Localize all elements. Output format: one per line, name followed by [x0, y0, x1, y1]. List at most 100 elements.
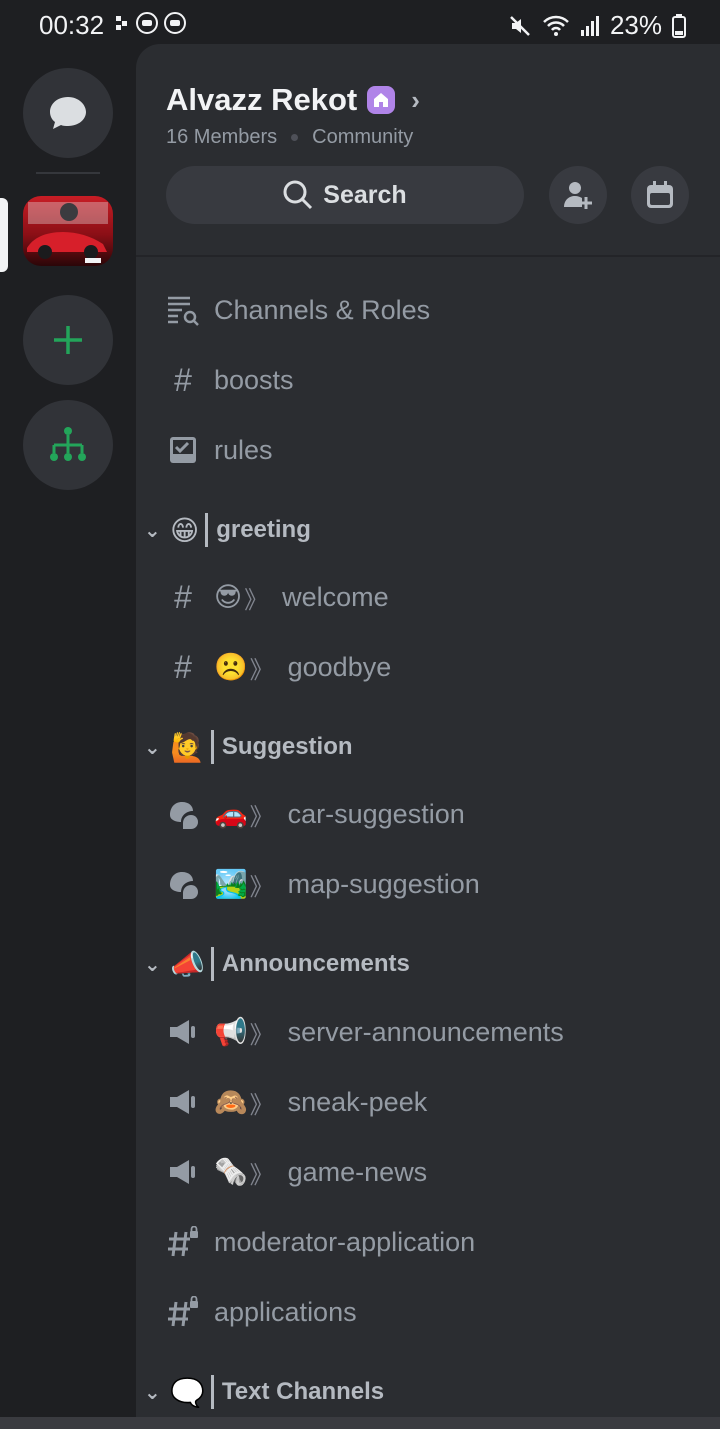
wifi-icon — [543, 15, 569, 36]
announcement-icon — [166, 1085, 200, 1119]
channel-separator: 》 — [249, 873, 274, 901]
category-name: greeting — [216, 516, 311, 543]
category-name: Text Channels — [221, 1378, 385, 1405]
channel-boosts[interactable]: # boosts — [166, 355, 294, 405]
mute-icon — [510, 15, 530, 36]
category-text-channels[interactable]: ⌄ 🗨️ Text Channels — [144, 1370, 384, 1414]
server-header[interactable]: Alvazz Rekot › — [166, 82, 420, 118]
server-icon-alvazz-rekot[interactable] — [23, 196, 113, 266]
hash-icon: # — [174, 578, 192, 615]
channel-emoji: 🚗 — [214, 799, 248, 829]
channel-name: rules — [214, 434, 273, 465]
forum-icon — [166, 797, 200, 831]
channel-applications[interactable]: applications — [166, 1287, 357, 1337]
chevron-right-icon: › — [411, 84, 420, 115]
channel-name: car-suggestion — [287, 798, 465, 829]
status-time: 00:32 — [39, 10, 105, 40]
channel-goodbye[interactable]: # ☹️ 》 goodbye — [166, 642, 391, 692]
channel-separator: 》 — [249, 803, 274, 831]
channel-emoji: 📢 — [214, 1017, 248, 1047]
channels-roles-item[interactable]: Channels & Roles — [166, 285, 430, 335]
navigation-bar — [0, 1417, 720, 1429]
server-type: Community — [312, 126, 414, 148]
chevron-down-icon: ⌄ — [144, 1381, 161, 1404]
notification-icons — [116, 12, 186, 34]
category-divider — [205, 513, 209, 547]
channel-emoji: 😎 — [214, 581, 243, 612]
server-meta: 16 Members Community — [166, 126, 413, 149]
channel-map-suggestion[interactable]: 🏞️ 》 map-suggestion — [166, 859, 480, 909]
category-name: Announcements — [221, 950, 410, 977]
channel-panel: Alvazz Rekot › 16 Members Community Sear… — [136, 44, 720, 1417]
channels-roles-icon — [166, 293, 200, 327]
plus-icon — [54, 326, 82, 354]
channel-emoji: ☹️ — [214, 652, 248, 682]
channel-game-news[interactable]: 🗞️ 》 game-news — [166, 1147, 427, 1197]
channel-name: moderator-application — [214, 1226, 476, 1257]
announcement-icon — [166, 1015, 200, 1049]
server-name: Alvazz Rekot — [166, 82, 358, 117]
chevron-down-icon: ⌄ — [144, 736, 161, 759]
selected-server-indicator — [0, 198, 8, 272]
battery-charging-icon — [672, 13, 686, 38]
category-divider — [210, 1375, 214, 1409]
category-greeting[interactable]: ⌄ 😁 greeting — [144, 508, 311, 552]
add-server-button[interactable] — [23, 295, 113, 385]
channel-emoji: 🙈 — [214, 1087, 248, 1117]
rail-separator — [36, 172, 100, 174]
channel-car-suggestion[interactable]: 🚗 》 car-suggestion — [166, 789, 465, 839]
notification-dots-icon — [116, 16, 130, 30]
server-rail — [0, 52, 136, 1429]
channel-separator: 》 — [249, 1021, 274, 1049]
hub-tree-icon — [50, 427, 86, 461]
channel-separator: 》 — [249, 656, 274, 684]
category-divider — [210, 730, 214, 764]
discord-notification-icon — [136, 12, 158, 34]
channel-server-announcements[interactable]: 📢 》 server-announcements — [166, 1007, 564, 1057]
channel-name: boosts — [214, 364, 294, 395]
rules-icon — [166, 433, 200, 467]
channel-name: applications — [214, 1296, 357, 1327]
category-emoji: 📣 — [170, 948, 205, 980]
channel-rules[interactable]: rules — [166, 425, 273, 475]
meta-dot — [291, 134, 299, 141]
direct-messages-button[interactable] — [23, 68, 113, 158]
chevron-down-icon: ⌄ — [144, 519, 161, 542]
category-emoji: 🗨️ — [170, 1376, 205, 1408]
locked-hash-icon — [166, 1225, 200, 1259]
category-name: Suggestion — [221, 733, 353, 760]
hash-icon: # — [174, 361, 192, 398]
channel-emoji: 🗞️ — [214, 1157, 248, 1187]
channel-separator: 》 — [249, 1161, 274, 1189]
announcement-icon — [166, 1155, 200, 1189]
car-image-icon — [27, 202, 108, 263]
events-button[interactable] — [631, 166, 689, 224]
invite-button[interactable] — [549, 166, 607, 224]
hash-icon: # — [174, 648, 192, 685]
header-divider — [136, 255, 720, 257]
channel-name: welcome — [282, 581, 389, 612]
search-button[interactable]: Search — [166, 166, 524, 224]
chevron-down-icon: ⌄ — [144, 953, 161, 976]
battery-percent: 23% — [609, 10, 662, 40]
category-divider — [210, 947, 214, 981]
category-announcements[interactable]: ⌄ 📣 Announcements — [144, 942, 410, 986]
channel-name: Channels & Roles — [214, 294, 431, 325]
channel-separator: 》 — [249, 1091, 274, 1119]
channel-separator: 》 — [244, 586, 269, 614]
chat-bubble-icon — [50, 97, 86, 129]
category-suggestion[interactable]: ⌄ 🙋 Suggestion — [144, 725, 353, 769]
boost-badge-icon — [367, 86, 396, 114]
channel-sneak-peek[interactable]: 🙈 》 sneak-peek — [166, 1077, 427, 1127]
channel-moderator-application[interactable]: moderator-application — [166, 1217, 475, 1267]
signal-icon — [580, 15, 599, 36]
forum-icon — [166, 867, 200, 901]
channel-name: server-announcements — [287, 1016, 564, 1047]
discover-servers-button[interactable] — [23, 400, 113, 490]
discord-notification-icon — [164, 12, 186, 34]
category-emoji: 🙋 — [170, 731, 205, 763]
channel-emoji: 🏞️ — [214, 869, 248, 899]
search-icon — [283, 180, 313, 210]
channel-welcome[interactable]: # 😎 》 welcome — [166, 572, 389, 622]
add-member-icon — [564, 182, 592, 209]
